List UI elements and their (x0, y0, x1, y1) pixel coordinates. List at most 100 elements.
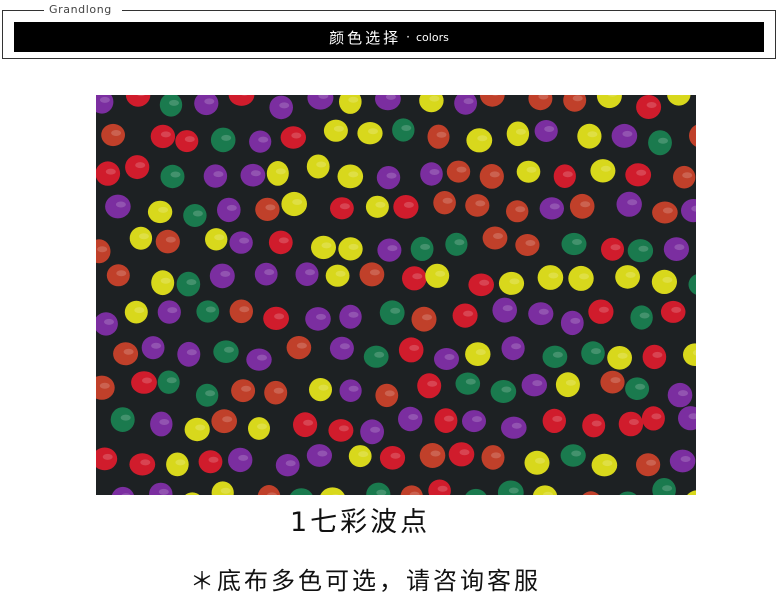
polka-dot-sheen (238, 454, 249, 461)
polka-dot-sheen (646, 459, 657, 466)
polka-dot-sheen (491, 452, 501, 459)
polka-dot-sheen (140, 459, 151, 466)
polka-dot-sheen (443, 415, 454, 422)
polka-dot-sheen (368, 128, 378, 135)
polka-dot-sheen (635, 383, 646, 390)
polka-dot-sheen (285, 460, 296, 467)
polka-dot-sheen (427, 380, 438, 387)
polka-dot-sheen (169, 99, 179, 106)
polka-dot-sheen (192, 210, 203, 217)
polka-dot-sheen (239, 306, 250, 313)
polka-dot-sheen (549, 203, 560, 210)
polka-dot-sheen (370, 426, 381, 433)
polka-dot-sheen (135, 162, 146, 169)
fabric-photo (96, 95, 696, 495)
polka-dot-sheen (591, 420, 602, 427)
polka-dot-sheen (403, 201, 414, 208)
polka-dot-sheen (226, 204, 237, 211)
polka-dot-sheen (348, 311, 359, 318)
polka-dot-sheen (220, 487, 231, 494)
polka-dot-sheen (602, 460, 613, 467)
polka-dot-sheen (165, 236, 176, 243)
polka-dot-sheen (339, 203, 350, 210)
polka-dot-sheen (422, 314, 432, 321)
polka-dot-sheen (264, 269, 275, 276)
polka-dot-sheen (459, 449, 470, 456)
polka-dot-sheen (348, 96, 359, 103)
polka-dot-sheen (167, 307, 178, 314)
polka-dot-sheen (680, 456, 691, 462)
polka-dot-sheen (99, 96, 110, 103)
polka-dot-sheen (412, 273, 423, 280)
polka-dot-sheen (142, 377, 152, 384)
polka-dot-sheen (454, 239, 465, 246)
polka-dot-sheen (296, 342, 307, 349)
polka-dot-sheen (435, 270, 446, 277)
polka-dot-sheen (430, 450, 441, 457)
color-option-label: 1七彩波点 (290, 507, 431, 538)
polka-dot-sheen (279, 102, 290, 109)
polka-dot-sheen (638, 245, 649, 252)
polka-dot-sheen (465, 378, 476, 385)
polka-dot-sheen (274, 313, 285, 320)
polka-dot-sheen (525, 240, 536, 246)
polka-dot-sheen (390, 307, 401, 314)
polka-dot-sheen (111, 130, 122, 136)
polka-dot-sheen (241, 385, 252, 392)
polka-dot-sheen (587, 131, 598, 138)
polka-dot-sheen (339, 343, 350, 350)
polka-dot-sheen (682, 172, 693, 179)
polka-dot-sheen (205, 390, 216, 397)
polka-dot-sheen (214, 234, 225, 241)
polka-dot-sheen (671, 306, 682, 313)
polka-dot-sheen (456, 166, 467, 173)
polka-dot-sheen (159, 419, 170, 425)
polka-dot-sheen (502, 305, 513, 312)
polka-dot-sheen (265, 204, 276, 211)
polka-dot-sheen (384, 390, 395, 397)
polka-dot-sheen (348, 385, 359, 392)
polka-dot-sheen (170, 171, 181, 178)
polka-dot-sheen (250, 170, 261, 177)
polka-dot-sheen (160, 131, 171, 138)
polka-dot-sheen (600, 165, 611, 172)
polka-dot-sheen (338, 425, 349, 432)
polka-dot-sheen (552, 351, 563, 358)
polka-dot-sheen (489, 171, 500, 178)
polka-dot-sheen (475, 349, 486, 356)
polka-dot-sheen (160, 277, 171, 284)
polka-dot-sheen (138, 233, 149, 240)
polka-dot-sheen (318, 384, 329, 391)
polka-dot-sheen (257, 423, 267, 430)
polka-dot-sheen (662, 485, 673, 492)
polka-dot-sheen (386, 172, 397, 179)
polka-dot-sheen (321, 242, 332, 249)
polka-dot-sheen (479, 279, 490, 286)
polka-dot-sheen (257, 354, 267, 361)
polka-dot-sheen (102, 453, 113, 460)
polka-dot-sheen (552, 415, 563, 422)
polka-dot-sheen (115, 201, 126, 208)
polka-dot-sheen (204, 98, 215, 105)
polka-dot-sheen (515, 128, 526, 135)
polka-dot-sheen (662, 207, 673, 214)
polka-dot-sheen (175, 459, 186, 466)
polka-dot-sheen (625, 271, 636, 278)
polka-dot-sheen (509, 278, 520, 285)
polka-dot-sheen (493, 233, 503, 239)
polka-dot-sheen (652, 351, 663, 358)
polka-dot-sheen (442, 197, 453, 204)
base-fabric-note: ＊底布多色可选，请咨询客服 (190, 567, 541, 595)
polka-dot-sheen (213, 171, 224, 178)
polka-dot-fabric-image (96, 95, 696, 495)
polka-dot-sheen (291, 132, 302, 139)
polka-dot-sheen (570, 317, 581, 324)
polka-dot-sheen (617, 352, 628, 359)
polka-dot-sheen (610, 377, 621, 384)
polka-dot-sheen (166, 377, 177, 384)
polka-dot-sheen (275, 168, 286, 175)
polka-dot-sheen (622, 130, 633, 137)
polka-dot-sheen (572, 95, 583, 102)
polka-dot-sheen (333, 125, 344, 132)
polka-dot-sheen (420, 243, 431, 250)
